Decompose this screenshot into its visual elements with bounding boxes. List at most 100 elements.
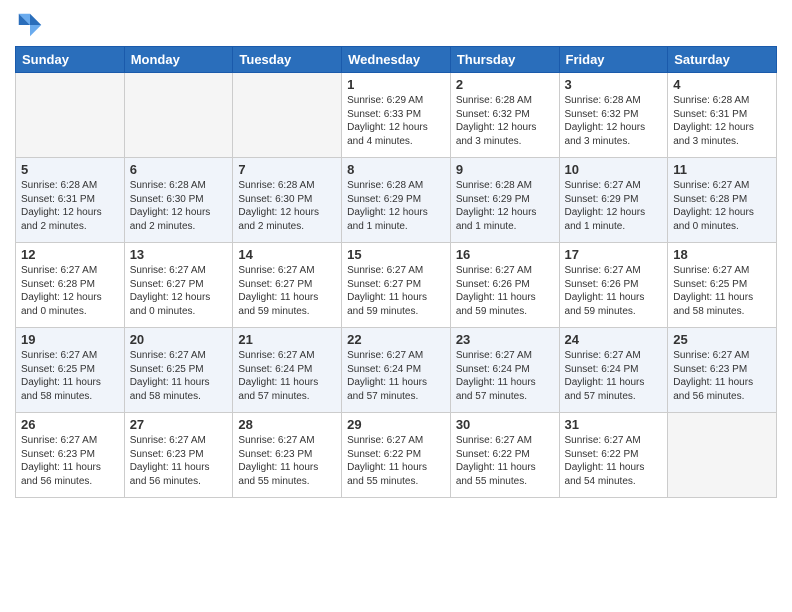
day-number: 24 xyxy=(565,332,663,347)
calendar-cell: 24 Sunrise: 6:27 AM Sunset: 6:24 PM Dayli… xyxy=(559,328,668,413)
day-number: 29 xyxy=(347,417,445,432)
day-number: 15 xyxy=(347,247,445,262)
calendar-cell: 9 Sunrise: 6:28 AM Sunset: 6:29 PM Daylig… xyxy=(450,158,559,243)
page: SundayMondayTuesdayWednesdayThursdayFrid… xyxy=(0,0,792,612)
logo-icon xyxy=(15,10,45,40)
calendar-cell: 11 Sunrise: 6:27 AM Sunset: 6:28 PM Dayli… xyxy=(668,158,777,243)
calendar-cell: 1Sunrise: 6:29 AM Sunset: 6:33 PM Daylig… xyxy=(342,73,451,158)
calendar-cell: 6Sunrise: 6:28 AM Sunset: 6:30 PM Daylig… xyxy=(124,158,233,243)
day-number: 2 xyxy=(456,77,554,92)
day-number: 13 xyxy=(130,247,228,262)
cell-content: Sunrise: 6:27 AM Sunset: 6:25 PM Dayligh… xyxy=(673,264,771,318)
day-number: 20 xyxy=(130,332,228,347)
day-number: 11 xyxy=(673,162,771,177)
cell-content: Sunrise: 6:28 AM Sunset: 6:32 PM Dayligh… xyxy=(456,94,554,148)
calendar-cell xyxy=(233,73,342,158)
day-number: 26 xyxy=(21,417,119,432)
cell-content: Sunrise: 6:27 AM Sunset: 6:25 PM Dayligh… xyxy=(130,349,228,403)
calendar-cell: 22 Sunrise: 6:27 AM Sunset: 6:24 PM Dayli… xyxy=(342,328,451,413)
cell-content: Sunrise: 6:27 AM Sunset: 6:23 PM Dayligh… xyxy=(673,349,771,403)
calendar-cell: 10Sunrise: 6:27 AM Sunset: 6:29 PM Dayli… xyxy=(559,158,668,243)
day-number: 25 xyxy=(673,332,771,347)
weekday-header-sunday: Sunday xyxy=(16,47,125,73)
weekday-header-saturday: Saturday xyxy=(668,47,777,73)
calendar-cell: 3 Sunrise: 6:28 AM Sunset: 6:32 PM Daylig… xyxy=(559,73,668,158)
day-number: 8 xyxy=(347,162,445,177)
day-number: 4 xyxy=(673,77,771,92)
calendar-cell: 4 Sunrise: 6:28 AM Sunset: 6:31 PM Daylig… xyxy=(668,73,777,158)
calendar-row-3: 12 Sunrise: 6:27 AM Sunset: 6:28 PM Dayli… xyxy=(16,243,777,328)
calendar-cell: 15Sunrise: 6:27 AM Sunset: 6:27 PM Dayli… xyxy=(342,243,451,328)
weekday-header-row: SundayMondayTuesdayWednesdayThursdayFrid… xyxy=(16,47,777,73)
day-number: 23 xyxy=(456,332,554,347)
day-number: 17 xyxy=(565,247,663,262)
calendar-cell: 23 Sunrise: 6:27 AM Sunset: 6:24 PM Dayli… xyxy=(450,328,559,413)
day-number: 31 xyxy=(565,417,663,432)
day-number: 3 xyxy=(565,77,663,92)
day-number: 10 xyxy=(565,162,663,177)
logo xyxy=(15,10,49,40)
weekday-header-tuesday: Tuesday xyxy=(233,47,342,73)
calendar-cell: 26 Sunrise: 6:27 AM Sunset: 6:23 PM Dayli… xyxy=(16,413,125,498)
weekday-header-friday: Friday xyxy=(559,47,668,73)
calendar-cell: 5 Sunrise: 6:28 AM Sunset: 6:31 PM Daylig… xyxy=(16,158,125,243)
weekday-header-thursday: Thursday xyxy=(450,47,559,73)
calendar-cell: 31 Sunrise: 6:27 AM Sunset: 6:22 PM Dayli… xyxy=(559,413,668,498)
day-number: 9 xyxy=(456,162,554,177)
cell-content: Sunrise: 6:27 AM Sunset: 6:26 PM Dayligh… xyxy=(456,264,554,318)
day-number: 6 xyxy=(130,162,228,177)
calendar-cell: 25 Sunrise: 6:27 AM Sunset: 6:23 PM Dayli… xyxy=(668,328,777,413)
day-number: 27 xyxy=(130,417,228,432)
cell-content: Sunrise: 6:28 AM Sunset: 6:31 PM Dayligh… xyxy=(21,179,119,233)
day-number: 7 xyxy=(238,162,336,177)
calendar-row-2: 5 Sunrise: 6:28 AM Sunset: 6:31 PM Daylig… xyxy=(16,158,777,243)
cell-content: Sunrise: 6:27 AM Sunset: 6:22 PM Dayligh… xyxy=(347,434,445,488)
calendar-cell: 13Sunrise: 6:27 AM Sunset: 6:27 PM Dayli… xyxy=(124,243,233,328)
calendar-cell: 8 Sunrise: 6:28 AM Sunset: 6:29 PM Daylig… xyxy=(342,158,451,243)
calendar-cell: 27 Sunrise: 6:27 AM Sunset: 6:23 PM Dayli… xyxy=(124,413,233,498)
calendar-cell xyxy=(16,73,125,158)
day-number: 16 xyxy=(456,247,554,262)
calendar-cell: 29 Sunrise: 6:27 AM Sunset: 6:22 PM Dayli… xyxy=(342,413,451,498)
header xyxy=(15,10,777,40)
cell-content: Sunrise: 6:27 AM Sunset: 6:22 PM Dayligh… xyxy=(565,434,663,488)
cell-content: Sunrise: 6:27 AM Sunset: 6:23 PM Dayligh… xyxy=(21,434,119,488)
cell-content: Sunrise: 6:28 AM Sunset: 6:30 PM Dayligh… xyxy=(238,179,336,233)
day-number: 1 xyxy=(347,77,445,92)
cell-content: Sunrise: 6:28 AM Sunset: 6:32 PM Dayligh… xyxy=(565,94,663,148)
day-number: 22 xyxy=(347,332,445,347)
cell-content: Sunrise: 6:27 AM Sunset: 6:27 PM Dayligh… xyxy=(238,264,336,318)
calendar-cell: 18 Sunrise: 6:27 AM Sunset: 6:25 PM Dayli… xyxy=(668,243,777,328)
day-number: 14 xyxy=(238,247,336,262)
day-number: 12 xyxy=(21,247,119,262)
calendar-cell: 7 Sunrise: 6:28 AM Sunset: 6:30 PM Daylig… xyxy=(233,158,342,243)
calendar-cell: 17 Sunrise: 6:27 AM Sunset: 6:26 PM Dayli… xyxy=(559,243,668,328)
calendar-cell xyxy=(124,73,233,158)
cell-content: Sunrise: 6:27 AM Sunset: 6:28 PM Dayligh… xyxy=(21,264,119,318)
day-number: 5 xyxy=(21,162,119,177)
cell-content: Sunrise: 6:28 AM Sunset: 6:29 PM Dayligh… xyxy=(456,179,554,233)
calendar-cell: 14 Sunrise: 6:27 AM Sunset: 6:27 PM Dayli… xyxy=(233,243,342,328)
cell-content: Sunrise: 6:27 AM Sunset: 6:26 PM Dayligh… xyxy=(565,264,663,318)
cell-content: Sunrise: 6:28 AM Sunset: 6:29 PM Dayligh… xyxy=(347,179,445,233)
day-number: 21 xyxy=(238,332,336,347)
cell-content: Sunrise: 6:27 AM Sunset: 6:22 PM Dayligh… xyxy=(456,434,554,488)
calendar-cell: 19Sunrise: 6:27 AM Sunset: 6:25 PM Dayli… xyxy=(16,328,125,413)
calendar-row-1: 1Sunrise: 6:29 AM Sunset: 6:33 PM Daylig… xyxy=(16,73,777,158)
cell-content: Sunrise: 6:27 AM Sunset: 6:24 PM Dayligh… xyxy=(347,349,445,403)
day-number: 18 xyxy=(673,247,771,262)
calendar-row-5: 26 Sunrise: 6:27 AM Sunset: 6:23 PM Dayli… xyxy=(16,413,777,498)
cell-content: Sunrise: 6:27 AM Sunset: 6:24 PM Dayligh… xyxy=(456,349,554,403)
cell-content: Sunrise: 6:27 AM Sunset: 6:25 PM Dayligh… xyxy=(21,349,119,403)
calendar-cell: 20 Sunrise: 6:27 AM Sunset: 6:25 PM Dayli… xyxy=(124,328,233,413)
calendar-cell xyxy=(668,413,777,498)
weekday-header-monday: Monday xyxy=(124,47,233,73)
cell-content: Sunrise: 6:27 AM Sunset: 6:24 PM Dayligh… xyxy=(565,349,663,403)
cell-content: Sunrise: 6:28 AM Sunset: 6:31 PM Dayligh… xyxy=(673,94,771,148)
calendar-row-4: 19Sunrise: 6:27 AM Sunset: 6:25 PM Dayli… xyxy=(16,328,777,413)
calendar-cell: 16 Sunrise: 6:27 AM Sunset: 6:26 PM Dayli… xyxy=(450,243,559,328)
calendar: SundayMondayTuesdayWednesdayThursdayFrid… xyxy=(15,46,777,498)
cell-content: Sunrise: 6:27 AM Sunset: 6:24 PM Dayligh… xyxy=(238,349,336,403)
cell-content: Sunrise: 6:27 AM Sunset: 6:23 PM Dayligh… xyxy=(130,434,228,488)
cell-content: Sunrise: 6:27 AM Sunset: 6:28 PM Dayligh… xyxy=(673,179,771,233)
